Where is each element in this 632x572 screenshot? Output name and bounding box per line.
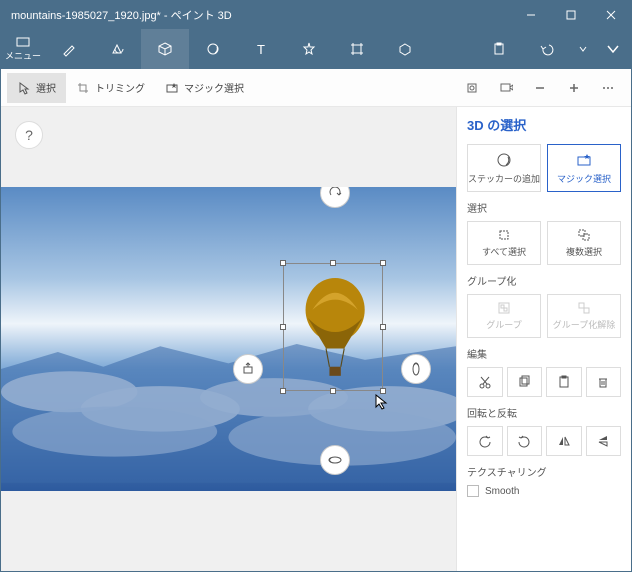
text-tool[interactable]: T <box>237 29 285 69</box>
paste-button[interactable] <box>475 29 523 69</box>
handle-tr[interactable] <box>380 260 386 266</box>
view-3d-button[interactable] <box>455 73 489 103</box>
mixed-reality-button[interactable] <box>489 73 523 103</box>
effects-tool[interactable] <box>285 29 333 69</box>
menu-label: メニュー <box>5 49 41 62</box>
rotate-ccw-button[interactable] <box>467 426 503 456</box>
stickers-tool[interactable] <box>189 29 237 69</box>
2d-shapes-tool[interactable] <box>93 29 141 69</box>
rotate-cw-button[interactable] <box>507 426 543 456</box>
handle-t[interactable] <box>330 260 336 266</box>
flip-horizontal-button[interactable] <box>546 426 582 456</box>
handle-bl[interactable] <box>280 388 286 394</box>
select-tool[interactable]: 選択 <box>7 73 66 103</box>
magic-select-tool[interactable]: マジック選択 <box>155 73 254 103</box>
add-sticker-tile[interactable]: ステッカーの追加 <box>467 144 541 192</box>
select-all-tile[interactable]: すべて選択 <box>467 221 541 265</box>
group-tile: グループ <box>467 294 541 338</box>
expand-button[interactable] <box>595 29 631 69</box>
close-button[interactable] <box>591 1 631 29</box>
depth-gizmo[interactable] <box>233 354 263 384</box>
smooth-checkbox[interactable]: Smooth <box>467 485 621 497</box>
section-select: 選択 <box>467 200 621 215</box>
canvas-area[interactable]: ? <box>1 107 456 571</box>
window-title: mountains-1985027_1920.jpg* - ペイント 3D <box>1 7 511 23</box>
ungroup-label: グループ化解除 <box>553 318 615 331</box>
smooth-label: Smooth <box>485 486 519 497</box>
more-button[interactable] <box>591 73 625 103</box>
sidebar: 3D の選択 ステッカーの追加 マジック選択 選択 すべて選択 複数選択 グルー… <box>456 107 631 571</box>
zoom-in-button[interactable] <box>557 73 591 103</box>
magic-select-label: マジック選択 <box>557 172 611 185</box>
canvas[interactable] <box>1 187 456 490</box>
crop-label: トリミング <box>95 80 145 95</box>
multi-select-tile[interactable]: 複数選択 <box>547 221 621 265</box>
svg-text:T: T <box>257 42 265 57</box>
section-group: グループ化 <box>467 273 621 288</box>
minimize-button[interactable] <box>511 1 551 29</box>
checkbox-icon <box>467 485 479 497</box>
zoom-out-button[interactable] <box>523 73 557 103</box>
3d-library-tool[interactable] <box>381 29 429 69</box>
undo-button[interactable] <box>523 29 571 69</box>
history-dropdown[interactable] <box>571 29 595 69</box>
add-sticker-label: ステッカーの追加 <box>468 172 540 185</box>
section-texture: テクスチャリング <box>467 464 621 479</box>
help-button[interactable]: ? <box>15 121 43 149</box>
handle-r[interactable] <box>380 324 386 330</box>
ungroup-tile: グループ化解除 <box>547 294 621 338</box>
selection-box[interactable] <box>283 263 383 390</box>
section-rotate: 回転と反転 <box>467 405 621 420</box>
paste-sidebar-button[interactable] <box>546 367 582 397</box>
crop-tool[interactable]: トリミング <box>66 73 155 103</box>
select-all-label: すべて選択 <box>482 245 526 258</box>
cut-button[interactable] <box>467 367 503 397</box>
3d-shapes-tool[interactable] <box>141 29 189 69</box>
multi-select-label: 複数選択 <box>566 245 602 258</box>
handle-tl[interactable] <box>280 260 286 266</box>
flip-vertical-button[interactable] <box>586 426 622 456</box>
brush-tool[interactable] <box>45 29 93 69</box>
delete-button[interactable] <box>586 367 622 397</box>
copy-button[interactable] <box>507 367 543 397</box>
group-label: グループ <box>486 318 521 331</box>
handle-b[interactable] <box>330 388 336 394</box>
cursor-icon <box>374 394 390 410</box>
handle-l[interactable] <box>280 324 286 330</box>
magic-select-tile[interactable]: マジック選択 <box>547 144 621 192</box>
canvas-tool[interactable] <box>333 29 381 69</box>
magic-label: マジック選択 <box>184 80 244 95</box>
menu-button[interactable]: メニュー <box>1 29 45 69</box>
section-edit: 編集 <box>467 346 621 361</box>
maximize-button[interactable] <box>551 1 591 29</box>
sidebar-title: 3D の選択 <box>467 115 621 134</box>
select-label: 選択 <box>36 80 56 95</box>
rotate-x-gizmo[interactable] <box>320 445 350 475</box>
